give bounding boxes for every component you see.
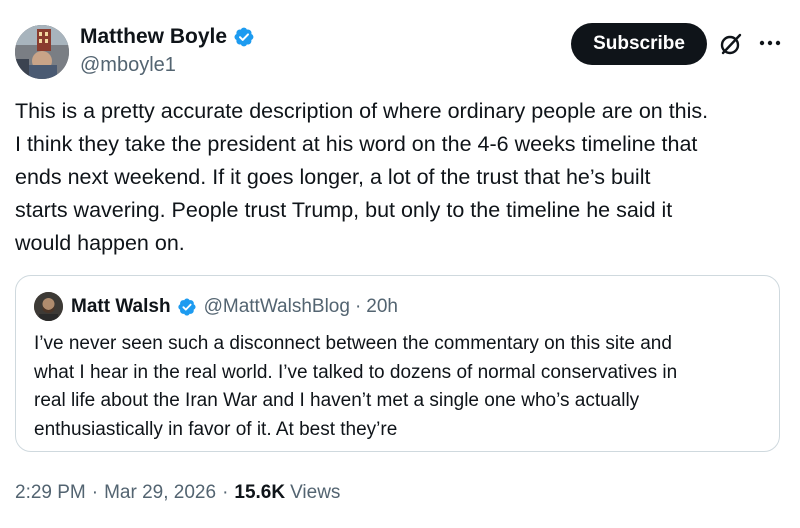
quote-author-handle[interactable]: @MattWalshBlog: [204, 294, 350, 320]
quote-verified-badge-icon: [177, 297, 197, 317]
verified-badge-icon: [233, 26, 255, 48]
meta-separator-views: ·: [222, 482, 229, 503]
post-date[interactable]: Mar 29, 2026: [104, 480, 216, 506]
views-count: 15.6K: [234, 482, 286, 503]
post-meta: 2:29 PM · Mar 29, 2026 · 15.6K Views: [15, 480, 340, 506]
quote-author-avatar[interactable]: [34, 292, 63, 321]
author-avatar[interactable]: [15, 25, 69, 79]
quote-author-name[interactable]: Matt Walsh: [71, 294, 171, 320]
quote-separator: ·: [354, 296, 362, 317]
quote-text: I’ve never seen such a disconnect betwee…: [34, 333, 678, 440]
quote-timestamp[interactable]: 20h: [366, 294, 398, 320]
author-name[interactable]: Matthew Boyle: [80, 24, 227, 50]
grok-icon[interactable]: [719, 32, 743, 56]
post-text: This is a pretty accurate description of…: [15, 99, 709, 255]
quoted-post[interactable]: Matt Walsh @MattWalshBlog · 20h I’ve nev…: [15, 275, 780, 452]
more-icon[interactable]: [758, 36, 782, 50]
subscribe-button[interactable]: Subscribe: [571, 23, 707, 65]
author-name-row: Matthew Boyle: [80, 24, 255, 50]
author-handle[interactable]: @mboyle1: [80, 52, 176, 78]
quote-header: Matt Walsh @MattWalshBlog · 20h: [71, 294, 398, 320]
meta-separator: ·: [91, 482, 99, 503]
post-time[interactable]: 2:29 PM: [15, 480, 86, 506]
views-label: Views: [290, 482, 341, 503]
